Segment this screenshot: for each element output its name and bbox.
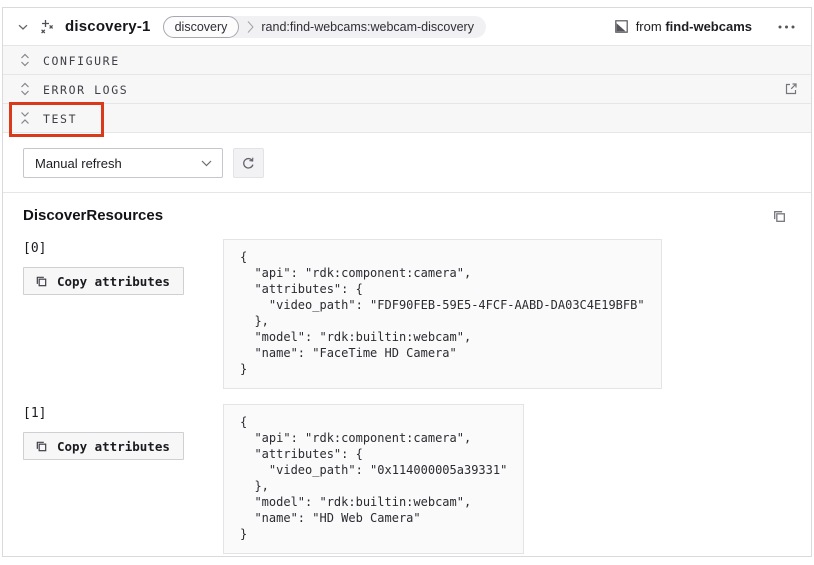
section-label-configure: CONFIGURE (43, 53, 120, 68)
refresh-button[interactable] (233, 148, 264, 178)
copy-attributes-label: Copy attributes (57, 274, 170, 289)
refresh-mode-select-value: Manual refresh (35, 156, 122, 171)
open-external-icon[interactable] (784, 82, 798, 96)
module-icon (615, 20, 628, 33)
result-index-label: [1] (23, 406, 223, 421)
module-from-label: from find-webcams (636, 19, 752, 34)
unfold-less-icon (20, 111, 30, 125)
copy-icon (35, 440, 48, 453)
results-header: DiscoverResources (23, 207, 791, 226)
module-source-link[interactable]: from find-webcams (615, 19, 752, 34)
unfold-more-icon (20, 53, 30, 67)
component-model-badge: rand:find-webcams:webcam-discovery (261, 20, 474, 34)
section-label-test: TEST (43, 111, 77, 126)
result-item: [1] Copy attributes { "api": "rdk:compon… (23, 404, 791, 554)
component-type-badge: discovery (163, 16, 240, 38)
collapse-card-chevron-down-icon[interactable] (17, 21, 29, 33)
component-card: discovery-1 discovery rand:find-webcams:… (2, 7, 812, 557)
result-meta: [0] Copy attributes (23, 239, 223, 295)
test-controls-row: Manual refresh (3, 133, 811, 193)
result-json-block: { "api": "rdk:component:camera", "attrib… (223, 404, 524, 554)
component-breadcrumb: discovery rand:find-webcams:webcam-disco… (163, 16, 486, 38)
refresh-mode-select[interactable]: Manual refresh (23, 148, 223, 178)
section-header-error-logs[interactable]: ERROR LOGS (3, 75, 811, 104)
section-header-configure[interactable]: CONFIGURE (3, 46, 811, 75)
result-index-label: [0] (23, 241, 223, 256)
result-item: [0] Copy attributes { "api": "rdk:compon… (23, 239, 791, 389)
copy-results-icon[interactable] (770, 207, 789, 226)
result-json-block: { "api": "rdk:component:camera", "attrib… (223, 239, 662, 389)
chevron-down-icon (201, 160, 212, 167)
discover-results-panel: DiscoverResources [0] (3, 193, 811, 557)
discovery-sparkle-icon (39, 19, 55, 35)
component-title: discovery-1 (65, 18, 151, 35)
section-header-test[interactable]: TEST (3, 104, 811, 133)
copy-attributes-button[interactable]: Copy attributes (23, 432, 184, 460)
copy-attributes-button[interactable]: Copy attributes (23, 267, 184, 295)
copy-attributes-label: Copy attributes (57, 439, 170, 454)
results-title: DiscoverResources (23, 207, 163, 224)
card-menu-ellipsis-icon[interactable] (776, 21, 797, 33)
card-header: discovery-1 discovery rand:find-webcams:… (3, 8, 811, 46)
unfold-more-icon (20, 82, 30, 96)
refresh-icon (241, 156, 256, 171)
copy-icon (35, 275, 48, 288)
breadcrumb-chevron-icon (247, 20, 254, 34)
result-meta: [1] Copy attributes (23, 404, 223, 460)
module-name: find-webcams (665, 19, 752, 34)
section-label-error-logs: ERROR LOGS (43, 82, 128, 97)
